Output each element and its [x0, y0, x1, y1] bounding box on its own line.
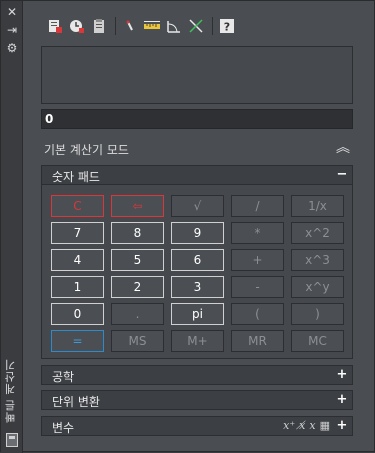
variables-header[interactable]: 변수 𝑥⁺ 𝑥̸ 𝑥 ▦ +: [41, 416, 353, 436]
toolbar-separator: [212, 17, 213, 35]
auto-hide-icon[interactable]: ⇥: [4, 23, 20, 37]
numpad-key[interactable]: x^2: [291, 222, 344, 244]
expand-variables-icon[interactable]: +: [335, 418, 349, 434]
numpad-key[interactable]: (: [231, 303, 284, 325]
paste-icon[interactable]: [89, 16, 109, 36]
properties-icon[interactable]: ⚙: [4, 41, 20, 55]
x-new-icon[interactable]: 𝑥⁺: [283, 419, 295, 432]
collapse-numpad-icon[interactable]: −: [335, 167, 349, 183]
numpad-key[interactable]: ): [291, 303, 344, 325]
numpad-key[interactable]: 0: [51, 303, 104, 325]
numpad-key[interactable]: C: [51, 195, 104, 217]
numpad-key[interactable]: 3: [171, 276, 224, 298]
toolbar: ?: [45, 15, 239, 37]
x-delete-icon[interactable]: 𝑥: [309, 419, 315, 432]
numpad-key[interactable]: MR: [231, 330, 284, 352]
numpad-key[interactable]: .: [111, 303, 164, 325]
numpad-key[interactable]: ⇦: [111, 195, 164, 217]
toolbar-separator: [115, 17, 116, 35]
numpad-key[interactable]: 8: [111, 222, 164, 244]
coordinate-pick-icon[interactable]: [120, 16, 140, 36]
units-title: 단위 변환: [52, 395, 100, 409]
measure-distance-icon[interactable]: [142, 16, 162, 36]
numpad-key[interactable]: MC: [291, 330, 344, 352]
numpad-key[interactable]: /: [231, 195, 284, 217]
collapse-mode-icon[interactable]: ︽: [335, 139, 351, 157]
numpad-key[interactable]: =: [51, 330, 104, 352]
numpad-key[interactable]: 4: [51, 249, 104, 271]
numpad-key[interactable]: M+: [171, 330, 224, 352]
svg-text:?: ?: [224, 21, 230, 34]
numpad-title: 숫자 패드: [52, 170, 100, 184]
scientific-title: 공학: [52, 370, 75, 384]
numpad-key[interactable]: 7: [51, 222, 104, 244]
numpad-key[interactable]: 1: [51, 276, 104, 298]
calculator-icon: [6, 433, 18, 447]
numpad-key[interactable]: 1/x: [291, 195, 344, 217]
palette-title: 빠른 계산기: [4, 358, 17, 424]
numpad-key[interactable]: 6: [171, 249, 224, 271]
history-icon[interactable]: [67, 16, 87, 36]
x-edit-icon[interactable]: 𝑥̸: [299, 419, 305, 432]
calculator-icon[interactable]: ▦: [320, 419, 330, 432]
input-box[interactable]: 0: [41, 109, 353, 129]
units-header[interactable]: 단위 변환 +: [41, 390, 353, 410]
numpad-header[interactable]: 숫자 패드 −: [41, 165, 353, 185]
numpad-key[interactable]: -: [231, 276, 284, 298]
mode-label: 기본 계산기 모드: [44, 143, 129, 157]
quickcalc-palette: ✕ ⇥ ⚙ 빠른 계산기 ? 0 기본 계산기 모드 ︽ 숫자 패드 − C ⇦…: [0, 0, 375, 453]
numpad-key[interactable]: √: [171, 195, 224, 217]
eraser-icon[interactable]: [45, 16, 65, 36]
numpad-key[interactable]: x^3: [291, 249, 344, 271]
numpad-panel: C ⇦ √ / 1/x 7 8 9 * x^2 4 5 6 + x^3 1 2 3- x^y 0. pi () = MS M+ M…: [41, 185, 353, 359]
help-icon[interactable]: ?: [217, 16, 237, 36]
intersection-icon[interactable]: [186, 16, 206, 36]
angle-icon[interactable]: [164, 16, 184, 36]
numpad-key[interactable]: +: [231, 249, 284, 271]
expand-scientific-icon[interactable]: +: [335, 367, 349, 383]
palette-titlebar: ✕ ⇥ ⚙ 빠른 계산기: [1, 1, 23, 453]
numpad-key[interactable]: pi: [171, 303, 224, 325]
numpad-key[interactable]: MS: [111, 330, 164, 352]
numpad-key[interactable]: 2: [111, 276, 164, 298]
numpad-key[interactable]: *: [231, 222, 284, 244]
variables-toolbar: 𝑥⁺ 𝑥̸ 𝑥 ▦: [283, 419, 330, 432]
variables-title: 변수: [52, 421, 75, 435]
numpad-key[interactable]: 5: [111, 249, 164, 271]
mode-row: 기본 계산기 모드 ︽: [41, 139, 353, 159]
numpad-key[interactable]: x^y: [291, 276, 344, 298]
history-area[interactable]: [41, 46, 353, 104]
close-icon[interactable]: ✕: [4, 5, 20, 19]
numpad-key[interactable]: 9: [171, 222, 224, 244]
expand-units-icon[interactable]: +: [335, 392, 349, 408]
scientific-header[interactable]: 공학 +: [41, 365, 353, 385]
